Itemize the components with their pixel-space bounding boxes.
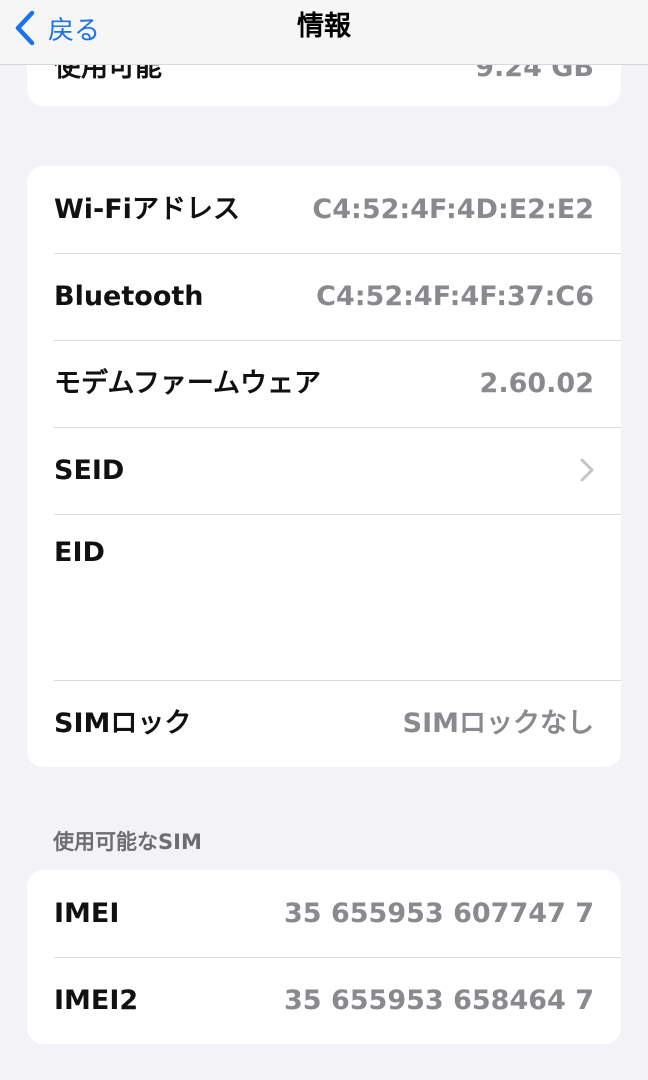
imei2-row: IMEI2 35 655953 658464 7 bbox=[27, 957, 621, 1044]
wifi-address-row: Wi-Fiアドレス C4:52:4F:4D:E2:E2 bbox=[27, 166, 621, 253]
sim-lock-row: SIMロック SIMロックなし bbox=[27, 680, 621, 767]
seid-row[interactable]: SEID bbox=[27, 427, 621, 514]
bluetooth-row: Bluetooth C4:52:4F:4F:37:C6 bbox=[27, 253, 621, 340]
eid-label: EID bbox=[54, 537, 105, 568]
eid-row: EID bbox=[27, 514, 621, 680]
sim-lock-value: SIMロックなし bbox=[402, 708, 594, 739]
imei2-label: IMEI2 bbox=[54, 985, 139, 1016]
sim-lock-label: SIMロック bbox=[54, 708, 192, 739]
imei-label: IMEI bbox=[54, 898, 120, 929]
navigation-bar: 戻る 情報 bbox=[0, 0, 648, 65]
sim-card: IMEI 35 655953 607747 7 IMEI2 35 655953 … bbox=[27, 870, 621, 1044]
page-title: 情報 bbox=[297, 11, 351, 42]
chevron-right-icon bbox=[580, 458, 594, 486]
network-info-card: Wi-Fiアドレス C4:52:4F:4D:E2:E2 Bluetooth C4… bbox=[27, 166, 621, 767]
imei2-value: 35 655953 658464 7 bbox=[284, 985, 594, 1016]
bluetooth-label: Bluetooth bbox=[54, 281, 204, 312]
wifi-address-label: Wi-Fiアドレス bbox=[54, 194, 240, 225]
modem-firmware-row: モデムファームウェア 2.60.02 bbox=[27, 340, 621, 427]
available-sim-header: 使用可能なSIM bbox=[53, 830, 202, 854]
imei-value: 35 655953 607747 7 bbox=[284, 898, 594, 929]
bluetooth-value: C4:52:4F:4F:37:C6 bbox=[316, 281, 594, 312]
wifi-address-value: C4:52:4F:4D:E2:E2 bbox=[312, 194, 594, 225]
modem-firmware-label: モデムファームウェア bbox=[54, 368, 322, 399]
imei-row: IMEI 35 655953 607747 7 bbox=[27, 870, 621, 957]
seid-label: SEID bbox=[54, 455, 125, 486]
modem-firmware-value: 2.60.02 bbox=[479, 368, 594, 399]
